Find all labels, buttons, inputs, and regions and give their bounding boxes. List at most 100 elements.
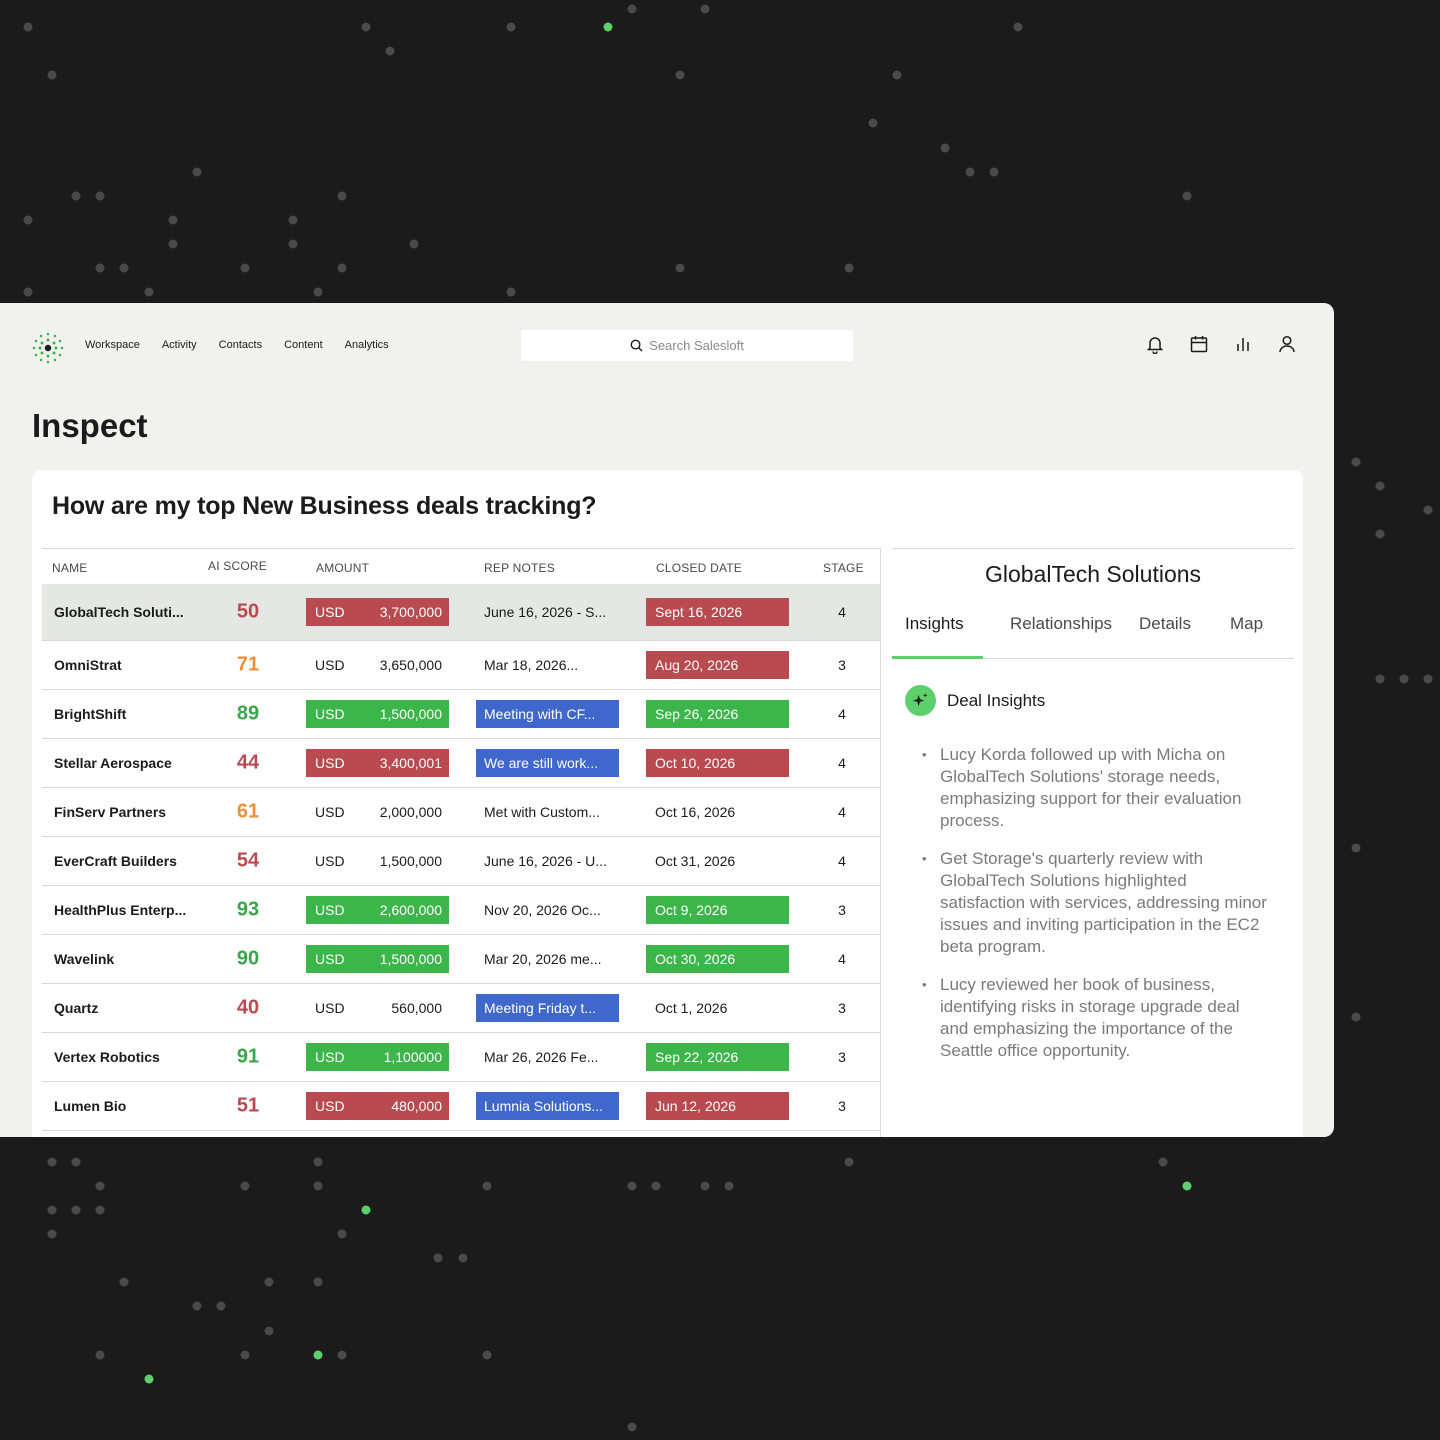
closed-date-text: Sept 16, 2026 — [655, 604, 743, 620]
header-rep-notes[interactable]: REP NOTES — [484, 561, 555, 575]
rep-notes-cell[interactable]: Nov 20, 2026 Oc... — [476, 896, 619, 924]
calendar-icon[interactable] — [1188, 333, 1210, 355]
deals-card: How are my top New Business deals tracki… — [32, 470, 1303, 1137]
deal-detail-panel: GlobalTech Solutions Insights Relationsh… — [892, 548, 1294, 1060]
panel-divider — [880, 548, 881, 1137]
rep-notes-text: Met with Custom... — [484, 804, 600, 820]
rep-notes-cell[interactable]: Meeting Friday t... — [476, 994, 619, 1022]
rep-notes-cell[interactable]: Mar 18, 2026... — [476, 651, 619, 679]
table-row[interactable]: GlobalTech Soluti... 50 USD 3,700,000 June 1… — [42, 584, 880, 641]
closed-date-text: Sep 26, 2026 — [655, 706, 739, 722]
panel-company-name: GlobalTech Solutions — [984, 561, 1202, 587]
header-name[interactable]: NAME — [52, 561, 87, 575]
rep-notes-text: Mar 26, 2026 Fe... — [484, 1049, 599, 1065]
rep-notes-cell[interactable]: Meeting with CF... — [476, 700, 619, 728]
rep-notes-text: Mar 18, 2026... — [484, 657, 579, 673]
deal-name[interactable]: Lumen Bio — [54, 1098, 126, 1114]
nav-workspace[interactable]: Workspace — [85, 339, 140, 351]
amount-cell: USD 3,400,001 — [306, 749, 449, 777]
rep-notes-cell[interactable]: We are still work... — [476, 749, 619, 777]
amount-currency: USD — [315, 1000, 345, 1016]
rep-notes-cell[interactable]: June 16, 2026 - S... — [476, 598, 619, 626]
table-row[interactable]: Quartz 40 USD 560,000 Meeting Friday t... Oct… — [42, 984, 880, 1033]
bell-icon[interactable] — [1144, 333, 1166, 355]
header-amount[interactable]: AMOUNT — [316, 561, 369, 575]
amount-value: 1,500,000 — [379, 951, 442, 967]
amount-cell: USD 1,500,000 — [306, 945, 449, 973]
closed-date-text: Jun 12, 2026 — [655, 1098, 736, 1114]
deal-name[interactable]: EverCraft Builders — [54, 853, 177, 869]
deal-name[interactable]: BrightShift — [54, 706, 126, 722]
deal-insights-header: Deal Insights — [905, 685, 1045, 716]
deal-name[interactable]: Stellar Aerospace — [54, 755, 172, 771]
tab-details[interactable]: Details — [1139, 614, 1191, 634]
panel-tabs: Insights Relationships Details Map — [892, 598, 1294, 659]
closed-date-text: Aug 20, 2026 — [655, 657, 739, 673]
tab-relationships[interactable]: Relationships — [1010, 614, 1112, 634]
nav-contacts[interactable]: Contacts — [219, 339, 262, 351]
main-nav: Workspace Activity Contacts Content Anal… — [85, 339, 411, 351]
table-row[interactable]: EverCraft Builders 54 USD 1,500,000 June 16,… — [42, 837, 880, 886]
amount-currency: USD — [315, 657, 345, 673]
closed-date-cell: Oct 10, 2026 — [646, 749, 789, 777]
stage-value: 4 — [838, 604, 846, 620]
rep-notes-cell[interactable]: Lumnia Solutions... — [476, 1092, 619, 1120]
amount-currency: USD — [315, 853, 345, 869]
deal-name[interactable]: OmniStrat — [54, 657, 122, 673]
header-ai-score[interactable]: AI SCORE — [208, 559, 267, 573]
stage-value: 3 — [838, 902, 846, 918]
rep-notes-text: June 16, 2026 - U... — [484, 853, 607, 869]
amount-cell: USD 3,700,000 — [306, 598, 449, 626]
rep-notes-cell[interactable]: Met with Custom... — [476, 798, 619, 826]
nav-analytics[interactable]: Analytics — [345, 339, 389, 351]
stage-value: 3 — [838, 1000, 846, 1016]
deal-name[interactable]: HealthPlus Enterp... — [54, 902, 186, 918]
deal-name[interactable]: Vertex Robotics — [54, 1049, 160, 1065]
bar-chart-icon[interactable] — [1232, 333, 1254, 355]
insights-list: Lucy Korda followed up with Micha on Glo… — [922, 744, 1272, 1078]
salesloft-logo[interactable] — [30, 330, 66, 366]
stage-value: 3 — [838, 1098, 846, 1114]
table-row[interactable]: OmniStrat 71 USD 3,650,000 Mar 18, 2026... Au… — [42, 641, 880, 690]
ai-score: 91 — [236, 1045, 260, 1068]
table-row[interactable]: HealthPlus Enterp... 93 USD 2,600,000 Nov 20… — [42, 886, 880, 935]
insight-item: Lucy Korda followed up with Micha on Glo… — [922, 744, 1272, 832]
table-row[interactable]: Vertex Robotics 91 USD 1,100000 Mar 26, 2026… — [42, 1033, 880, 1082]
search-input[interactable]: Search Salesloft — [521, 330, 853, 361]
deal-name[interactable]: GlobalTech Soluti... — [54, 604, 184, 620]
closed-date-cell: Sep 26, 2026 — [646, 700, 789, 728]
nav-content[interactable]: Content — [284, 339, 323, 351]
deal-name[interactable]: Wavelink — [54, 951, 114, 967]
nav-activity[interactable]: Activity — [162, 339, 197, 351]
rep-notes-text: Meeting with CF... — [484, 706, 596, 722]
closed-date-text: Oct 1, 2026 — [655, 1000, 728, 1016]
header-stage[interactable]: STAGE — [823, 561, 864, 575]
ai-score: 44 — [236, 751, 260, 774]
table-row[interactable]: Stellar Aerospace 44 USD 3,400,001 We are st… — [42, 739, 880, 788]
header-closed-date[interactable]: CLOSED DATE — [656, 561, 742, 575]
closed-date-text: Oct 9, 2026 — [655, 902, 728, 918]
ai-score: 71 — [236, 653, 260, 676]
amount-currency: USD — [315, 604, 345, 620]
table-row[interactable]: Lumen Bio 51 USD 480,000 Lumnia Solutions...… — [42, 1082, 880, 1131]
search-placeholder: Search Salesloft — [649, 338, 744, 353]
rep-notes-text: Nov 20, 2026 Oc... — [484, 902, 601, 918]
rep-notes-cell[interactable]: June 16, 2026 - U... — [476, 847, 619, 875]
rep-notes-cell[interactable]: Mar 26, 2026 Fe... — [476, 1043, 619, 1071]
tab-map[interactable]: Map — [1230, 614, 1263, 634]
deal-name[interactable]: Quartz — [54, 1000, 98, 1016]
tab-insights[interactable]: Insights — [905, 614, 964, 634]
user-icon[interactable] — [1276, 333, 1298, 355]
card-question: How are my top New Business deals tracki… — [52, 492, 597, 520]
rep-notes-text: Lumnia Solutions... — [484, 1098, 604, 1114]
table-row[interactable]: BrightShift 89 USD 1,500,000 Meeting with CF… — [42, 690, 880, 739]
table-body: GlobalTech Soluti... 50 USD 3,700,000 June 1… — [42, 584, 880, 1131]
insight-item: Lucy reviewed her book of business, iden… — [922, 974, 1272, 1062]
amount-cell: USD 1,500,000 — [306, 700, 449, 728]
deal-name[interactable]: FinServ Partners — [54, 804, 166, 820]
top-toolbar — [1144, 333, 1298, 355]
rep-notes-cell[interactable]: Mar 20, 2026 me... — [476, 945, 619, 973]
table-row[interactable]: Wavelink 90 USD 1,500,000 Mar 20, 2026 me...… — [42, 935, 880, 984]
ai-score: 61 — [236, 800, 260, 823]
table-row[interactable]: FinServ Partners 61 USD 2,000,000 Met with C… — [42, 788, 880, 837]
